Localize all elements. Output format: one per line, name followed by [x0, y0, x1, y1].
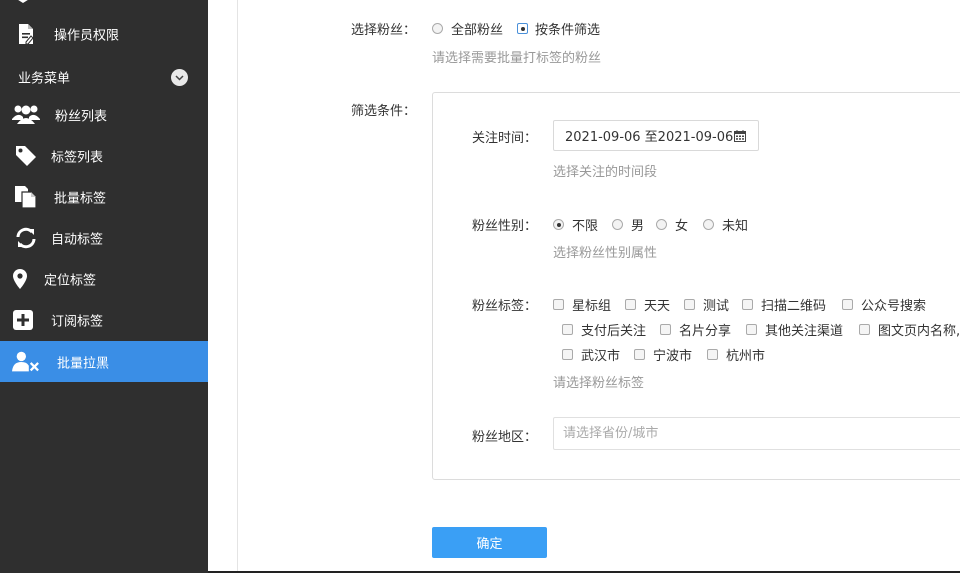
checkbox-indicator[interactable]: [562, 349, 573, 360]
sidebar-item-label: 定位标签: [44, 273, 97, 288]
radio-all-fans[interactable]: 全部粉丝: [432, 19, 503, 38]
sidebar-item-fans-list[interactable]: 粉丝列表: [0, 94, 208, 135]
tag-checkbox-label: 支付后关注: [581, 324, 647, 339]
tag-checkbox-label: 名片分享: [679, 324, 732, 339]
radio-gender-unknown[interactable]: 未知: [703, 215, 748, 234]
tag-checkbox-label: 测试: [703, 299, 730, 314]
radio-filter-by-condition[interactable]: 按条件筛选: [517, 19, 600, 38]
sidebar-item-operator-permissions[interactable]: 操作员权限: [0, 13, 208, 54]
region-input[interactable]: [553, 417, 960, 450]
sidebar-item-batch-block[interactable]: 批量拉黑: [0, 341, 208, 382]
sidebar-section-label: 业务菜单: [18, 71, 71, 87]
sidebar-item-label: 操作员权限: [54, 28, 120, 43]
radio-label: 不限: [572, 219, 599, 234]
tag-checkbox-label: 其他关注渠道: [765, 324, 844, 339]
fans-tags-label: 粉丝标签：: [472, 299, 538, 314]
sidebar-item-label: 自动标签: [51, 232, 104, 247]
gender-label: 粉丝性别：: [472, 219, 538, 234]
sidebar-item-label: 批量标签: [54, 191, 107, 206]
checkbox-indicator[interactable]: [553, 299, 564, 310]
refresh-icon: [12, 225, 40, 251]
checkbox-indicator[interactable]: [746, 324, 757, 335]
tag-checkbox-label: 公众号搜索: [861, 299, 927, 314]
select-fans-hint: 请选择需要批量打标签的粉丝: [432, 51, 602, 66]
radio-indicator[interactable]: [553, 219, 564, 230]
sidebar-item-batch-tag[interactable]: 批量标签: [0, 176, 208, 217]
radio-gender-male[interactable]: 男: [612, 215, 644, 234]
sidebar-item-label: 订阅标签: [51, 314, 104, 329]
calendar-icon[interactable]: [734, 130, 746, 146]
checkbox-indicator[interactable]: [707, 349, 718, 360]
radio-label: 女: [675, 219, 689, 234]
tag-checkbox-label: 天天: [644, 299, 671, 314]
radio-label: 全部粉丝: [451, 23, 504, 38]
follow-time-label: 关注时间：: [472, 131, 538, 146]
sidebar: 操作员权限 业务菜单 粉丝列表 标签列表 批量标签 自动标签 定位标签 订阅标签…: [0, 0, 208, 573]
documents-icon: [12, 184, 40, 210]
region-label: 粉丝地区：: [472, 430, 538, 445]
tag-checkbox-label: 宁波市: [653, 349, 693, 364]
tag-checkbox[interactable]: 图文页内名称,: [859, 320, 960, 339]
follow-time-hint: 选择关注的时间段: [553, 165, 658, 180]
tag-checkbox[interactable]: 扫描二维码: [742, 295, 826, 314]
sidebar-section-business-menu[interactable]: 业务菜单: [0, 62, 208, 92]
users-icon: [12, 102, 40, 128]
tag-checkbox[interactable]: 支付后关注: [562, 320, 646, 339]
tag-checkbox[interactable]: 公众号搜索: [842, 295, 926, 314]
fans-tags-hint: 请选择粉丝标签: [553, 376, 645, 391]
tag-checkbox[interactable]: 测试: [684, 295, 729, 314]
user-remove-icon: [12, 349, 40, 375]
tag-checkbox-label: 武汉市: [581, 349, 621, 364]
tag-checkbox-label: 图文页内名称,: [878, 324, 960, 339]
tag-checkbox[interactable]: 杭州市: [707, 345, 765, 364]
checkbox-indicator[interactable]: [859, 324, 870, 335]
sidebar-partial-item-icon: [14, 0, 32, 9]
filter-conditions-label: 筛选条件：: [351, 104, 417, 119]
tag-checkbox[interactable]: 天天: [625, 295, 670, 314]
tag-icon: [12, 143, 40, 169]
radio-label: 未知: [722, 219, 749, 234]
radio-gender-any[interactable]: 不限: [553, 215, 598, 234]
chevron-down-icon[interactable]: [171, 69, 188, 86]
checkbox-indicator[interactable]: [625, 299, 636, 310]
radio-indicator[interactable]: [656, 219, 667, 230]
tag-checkbox[interactable]: 其他关注渠道: [746, 320, 843, 339]
checkbox-indicator[interactable]: [842, 299, 853, 310]
map-pin-icon: [6, 266, 34, 292]
checkbox-indicator[interactable]: [684, 299, 695, 310]
sidebar-item-location-tag[interactable]: 定位标签: [0, 258, 208, 299]
tag-checkbox-label: 扫描二维码: [761, 299, 827, 314]
tag-checkbox[interactable]: 名片分享: [660, 320, 731, 339]
sidebar-item-label: 批量拉黑: [57, 356, 110, 371]
sidebar-item-label: 粉丝列表: [55, 109, 108, 124]
radio-indicator[interactable]: [517, 23, 528, 34]
sidebar-item-tag-list[interactable]: 标签列表: [0, 135, 208, 176]
tag-checkbox[interactable]: 武汉市: [562, 345, 620, 364]
sidebar-item-auto-tag[interactable]: 自动标签: [0, 217, 208, 258]
checkbox-indicator[interactable]: [562, 324, 573, 335]
date-range-value: 2021-09-06 至2021-09-06: [565, 130, 734, 145]
plus-square-icon: [9, 307, 37, 333]
radio-indicator[interactable]: [612, 219, 623, 230]
confirm-button[interactable]: 确定: [432, 527, 547, 558]
sidebar-item-subscribe-tag[interactable]: 订阅标签: [0, 299, 208, 340]
tag-checkbox[interactable]: 宁波市: [634, 345, 692, 364]
gender-hint: 选择粉丝性别属性: [553, 246, 658, 261]
tag-checkbox-label: 杭州市: [726, 349, 766, 364]
checkbox-indicator[interactable]: [634, 349, 645, 360]
radio-indicator[interactable]: [432, 23, 443, 34]
radio-gender-female[interactable]: 女: [656, 215, 688, 234]
radio-indicator[interactable]: [703, 219, 714, 230]
checkbox-indicator[interactable]: [742, 299, 753, 310]
date-range-picker[interactable]: 2021-09-06 至2021-09-06: [553, 120, 759, 151]
select-fans-label: 选择粉丝：: [351, 23, 417, 38]
content-divider: [237, 0, 238, 573]
tag-checkbox[interactable]: 星标组: [553, 295, 611, 314]
radio-label: 男: [631, 219, 645, 234]
sidebar-item-label: 标签列表: [51, 150, 104, 165]
radio-label: 按条件筛选: [535, 23, 601, 38]
checkbox-indicator[interactable]: [660, 324, 671, 335]
tag-checkbox-label: 星标组: [572, 299, 612, 314]
document-edit-icon: [12, 21, 40, 47]
